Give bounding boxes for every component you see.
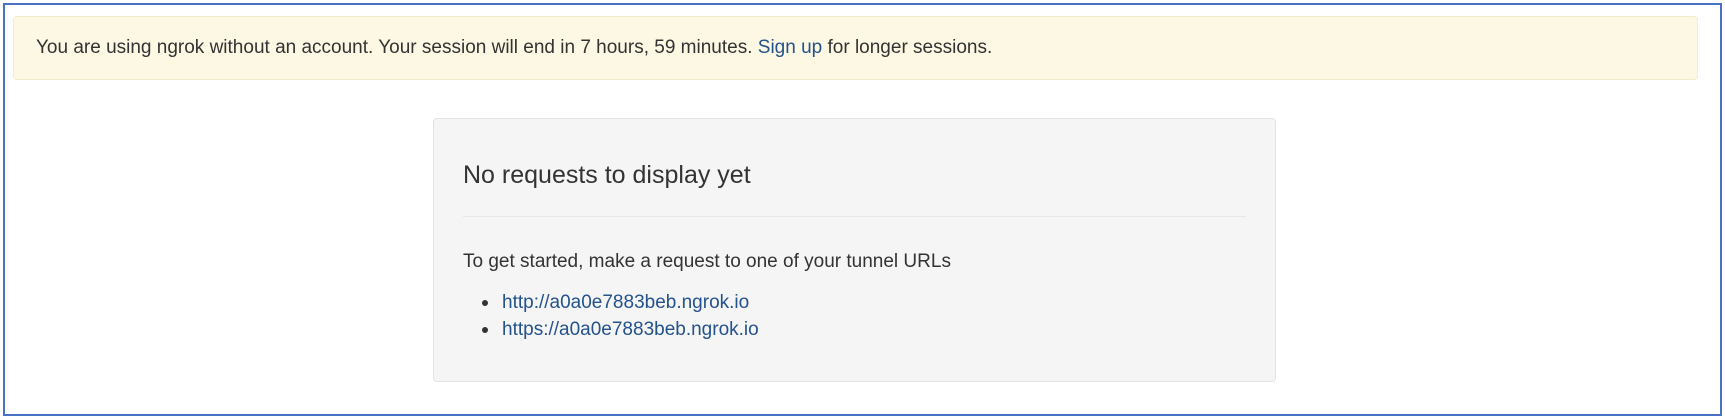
list-item: http://a0a0e7883beb.ngrok.io: [482, 289, 759, 316]
alert-text-before: You are using ngrok without an account. …: [36, 37, 753, 58]
tunnel-url-https-link[interactable]: https://a0a0e7883beb.ngrok.io: [502, 319, 759, 340]
bullet-icon: [482, 300, 488, 306]
list-item: https://a0a0e7883beb.ngrok.io: [482, 316, 759, 343]
tunnel-url-list: http://a0a0e7883beb.ngrok.io https://a0a…: [482, 289, 759, 343]
empty-requests-panel: No requests to display yet To get starte…: [433, 118, 1276, 382]
panel-divider: [463, 216, 1246, 217]
session-warning-alert: You are using ngrok without an account. …: [13, 16, 1698, 80]
page-frame: You are using ngrok without an account. …: [3, 3, 1722, 416]
alert-text-after: for longer sessions.: [827, 37, 993, 58]
panel-intro-text: To get started, make a request to one of…: [463, 251, 951, 272]
sign-up-link[interactable]: Sign up: [758, 37, 822, 59]
bullet-icon: [482, 327, 488, 333]
panel-title: No requests to display yet: [463, 161, 751, 189]
tunnel-url-http-link[interactable]: http://a0a0e7883beb.ngrok.io: [502, 292, 749, 313]
